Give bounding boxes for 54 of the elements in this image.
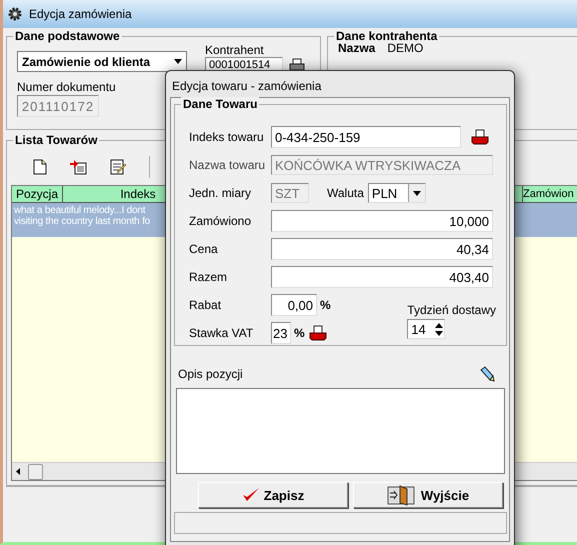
import-icon[interactable] (69, 159, 87, 175)
currency-label: Waluta (327, 186, 364, 200)
order-type-dropdown[interactable]: Zamówienie od klienta (17, 51, 187, 72)
name-label: Nazwa towaru (189, 158, 266, 172)
amount-field[interactable]: 403,40 (271, 266, 493, 288)
pencil-icon[interactable] (479, 366, 495, 382)
group-title: Dane podstawowe (13, 29, 122, 43)
name-value: DEMO (387, 41, 424, 55)
lookup-icon[interactable] (471, 129, 489, 145)
discount-field[interactable]: 0,00 (271, 294, 317, 316)
vat-label: Stawka VAT (189, 326, 254, 340)
amount-label: Cena (189, 242, 219, 256)
week-label: Tydzień dostawy (407, 303, 496, 317)
dropdown-arrow-icon[interactable] (412, 190, 421, 196)
vat-field[interactable]: 23 (271, 322, 291, 344)
name-label: Nazwa (338, 41, 376, 55)
description-label: Opis pozycji (178, 367, 243, 381)
dropdown-button[interactable] (408, 184, 425, 202)
window-title: Edycja zamówienia (29, 7, 132, 21)
new-document-icon[interactable] (33, 159, 47, 175)
edit-document-icon[interactable] (109, 158, 127, 176)
discount-label: Rabat (189, 298, 222, 312)
week-spinner[interactable]: 14 (407, 319, 446, 339)
scrollbar-thumb[interactable] (28, 464, 43, 480)
amount-field[interactable]: 10,000 (271, 210, 493, 232)
group-title: Lista Towarów (13, 133, 100, 147)
column-header[interactable]: Pozycja (12, 186, 63, 202)
row-text: what a beautiful melody...I dont (14, 205, 146, 216)
contractor-label: Kontrahent (205, 43, 265, 57)
percent-sign: % (320, 298, 331, 312)
amount-label: Razem (189, 270, 228, 284)
index-field[interactable]: 0-434-250-159 (271, 126, 461, 148)
save-button[interactable]: Zapisz (198, 482, 348, 508)
amount-label: Zamówiono (189, 214, 252, 228)
description-field[interactable] (176, 388, 505, 474)
percent-sign: % (294, 326, 305, 340)
exit-button[interactable]: Wyjście (353, 482, 503, 508)
door-icon (386, 484, 417, 506)
lookup-icon[interactable] (289, 58, 305, 72)
gear-icon (7, 6, 23, 22)
amount-field[interactable]: 40,34 (271, 238, 493, 260)
dropdown-arrow-icon[interactable] (174, 59, 182, 64)
currency-dropdown[interactable]: PLN (368, 183, 426, 203)
group-title: Dane Towaru (181, 97, 260, 111)
doc-number-label: Numer dokumentu (17, 80, 116, 94)
lookup-icon[interactable] (308, 325, 327, 341)
spinner-arrows-icon[interactable] (435, 322, 444, 336)
index-label: Indeks towaru (189, 130, 265, 144)
column-header[interactable]: Zamówion (522, 186, 577, 202)
scroll-left-arrow-icon[interactable] (16, 468, 20, 475)
dialog-title: Edycja towaru - zamówienia (172, 79, 322, 93)
row-text: visiting the country last month fo (14, 216, 150, 227)
checkmark-icon (242, 487, 260, 503)
group-title: Dane kontrahenta (334, 29, 440, 43)
